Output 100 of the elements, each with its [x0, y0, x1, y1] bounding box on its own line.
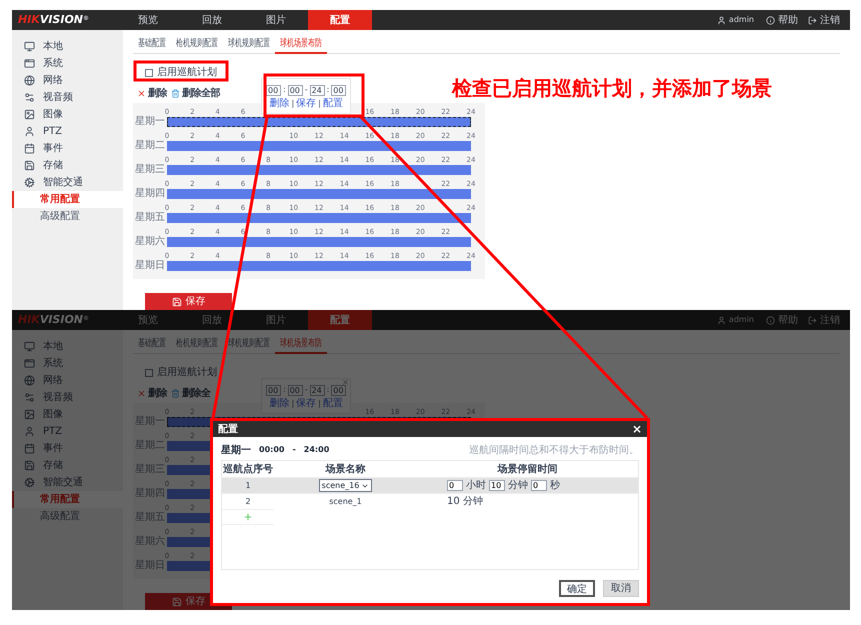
- popup-link[interactable]: 配置: [322, 96, 343, 111]
- popup-link[interactable]: 删除: [269, 96, 290, 111]
- dialog-title: 配置: [218, 422, 238, 436]
- day-label: 星期四: [135, 489, 165, 499]
- checkbox[interactable]: [145, 68, 153, 76]
- sliders-icon: [24, 92, 35, 103]
- day-label: 星期三: [135, 465, 165, 475]
- day-label: 星期日: [135, 561, 165, 571]
- select-field[interactable]: scene_16: [318, 479, 372, 492]
- sidebar-item[interactable]: 智能交通: [12, 174, 123, 191]
- person-icon: [24, 126, 35, 137]
- nav-tab[interactable]: 图片: [244, 10, 308, 30]
- sidebar-item[interactable]: 网络: [12, 72, 123, 89]
- popup-link[interactable]: 保存: [296, 96, 316, 111]
- day-label: 星期日: [135, 261, 165, 271]
- unit-label: 分钟: [508, 478, 528, 493]
- globe-icon: [24, 75, 35, 86]
- confirm-button[interactable]: 确定: [559, 580, 595, 597]
- tab[interactable]: 基础配置: [133, 334, 171, 354]
- image-icon: [24, 109, 35, 120]
- info-icon: [766, 16, 775, 24]
- time-field[interactable]: 00: [266, 384, 281, 396]
- sidebar-item[interactable]: 存储: [12, 157, 123, 174]
- day-label: 星期四: [135, 189, 165, 199]
- table-cell-text: 1: [244, 480, 252, 492]
- close-button[interactable]: ×: [632, 423, 642, 435]
- schedule-bar[interactable]: [167, 117, 471, 127]
- logo: HIKVISION$^{®}$: [17, 12, 90, 28]
- user-icon: [716, 316, 726, 324]
- time-separator: :: [326, 384, 330, 396]
- cancel-button[interactable]: 取消: [603, 580, 639, 597]
- sidebar-item[interactable]: PTZ: [12, 123, 123, 140]
- close-icon: [137, 389, 146, 398]
- help-link[interactable]: 帮助: [766, 12, 798, 28]
- logo: HIKVISION$^{®}$: [17, 312, 90, 328]
- sidebar-subitem[interactable]: 高级配置: [12, 208, 123, 225]
- time-field[interactable]: 00: [288, 384, 303, 396]
- delete-button[interactable]: 删除: [137, 86, 167, 101]
- link-separator: |: [318, 98, 321, 110]
- monitor-icon: [24, 41, 35, 52]
- time-field[interactable]: 24: [310, 384, 325, 396]
- time-field[interactable]: 00: [331, 84, 346, 96]
- delete-all-button[interactable]: 删除全部: [171, 86, 220, 101]
- time-field[interactable]: 24: [310, 84, 325, 96]
- tab[interactable]: 球机场景布防: [275, 34, 327, 54]
- tab[interactable]: 球机规则配置: [223, 334, 275, 354]
- unit-label: 秒: [550, 478, 560, 493]
- day-label: 星期六: [135, 537, 165, 547]
- sidebar-item[interactable]: 系统: [12, 55, 123, 72]
- seconds-field[interactable]: 0: [531, 480, 547, 491]
- monitor-icon: [24, 341, 35, 352]
- column-header: 场景名称: [324, 462, 366, 476]
- logout-icon: [808, 316, 817, 324]
- sidebar-item[interactable]: 本地: [12, 338, 123, 355]
- tab[interactable]: 球机规则配置: [223, 34, 275, 54]
- tab[interactable]: 基础配置: [133, 34, 171, 54]
- day-label: 星期一: [135, 117, 165, 127]
- person-icon: [24, 426, 35, 437]
- checkbox-label: 启用巡航计划: [157, 366, 217, 380]
- sliders-icon: [24, 392, 35, 403]
- logout-link[interactable]: 注销: [808, 12, 840, 28]
- delete-all-button[interactable]: 删除全: [171, 386, 210, 401]
- delete-button[interactable]: 删除: [137, 386, 167, 401]
- table-row[interactable]: 2 scene_1 10 分钟: [222, 493, 638, 509]
- column-header: 巡航点序号: [222, 462, 274, 476]
- time-separator: -: [292, 444, 296, 456]
- time-separator: :: [282, 84, 287, 96]
- sidebar-subitem[interactable]: 常用配置: [12, 191, 123, 208]
- sidebar-item[interactable]: 事件: [12, 140, 123, 157]
- nav-tab[interactable]: 配置: [308, 10, 372, 30]
- day-label: 星期三: [135, 165, 165, 175]
- add-icon[interactable]: [243, 512, 253, 522]
- trash-icon: [171, 389, 180, 398]
- checkbox[interactable]: [145, 368, 153, 376]
- close-icon: [137, 89, 146, 98]
- hours-field[interactable]: 0: [447, 480, 463, 491]
- table-cell-text: 2: [244, 496, 252, 508]
- sidebar-item[interactable]: 本地: [12, 38, 123, 55]
- gear-icon: [24, 177, 35, 188]
- calendar-icon: [24, 143, 35, 154]
- sidebar-item[interactable]: 图像: [12, 106, 123, 123]
- table-cell-text: scene_1: [328, 496, 363, 508]
- day-label: 星期六: [135, 237, 165, 247]
- trash-icon: [171, 89, 180, 98]
- link-separator: |: [318, 398, 321, 410]
- nav-tab[interactable]: 回放: [180, 10, 244, 30]
- time-field[interactable]: 00: [331, 384, 346, 396]
- checkbox-label: 启用巡航计划: [157, 66, 217, 80]
- table-row[interactable]: 1 scene_16 0 小时 10 分钟 0 秒: [222, 477, 638, 493]
- image-icon: [24, 409, 35, 420]
- time-field[interactable]: 00: [266, 84, 281, 96]
- time-field[interactable]: 00: [288, 84, 303, 96]
- save-button[interactable]: 保存: [145, 293, 232, 310]
- minutes-field[interactable]: 10: [489, 480, 505, 491]
- tab[interactable]: 枪机规则配置: [171, 334, 223, 354]
- tab[interactable]: 枪机规则配置: [171, 34, 223, 54]
- sidebar-item[interactable]: 视音频: [12, 89, 123, 106]
- start-time: 00:00: [259, 444, 284, 456]
- nav-tab[interactable]: 预览: [116, 10, 180, 30]
- annotation-text: 检查已启用巡航计划，并添加了场景: [452, 75, 772, 102]
